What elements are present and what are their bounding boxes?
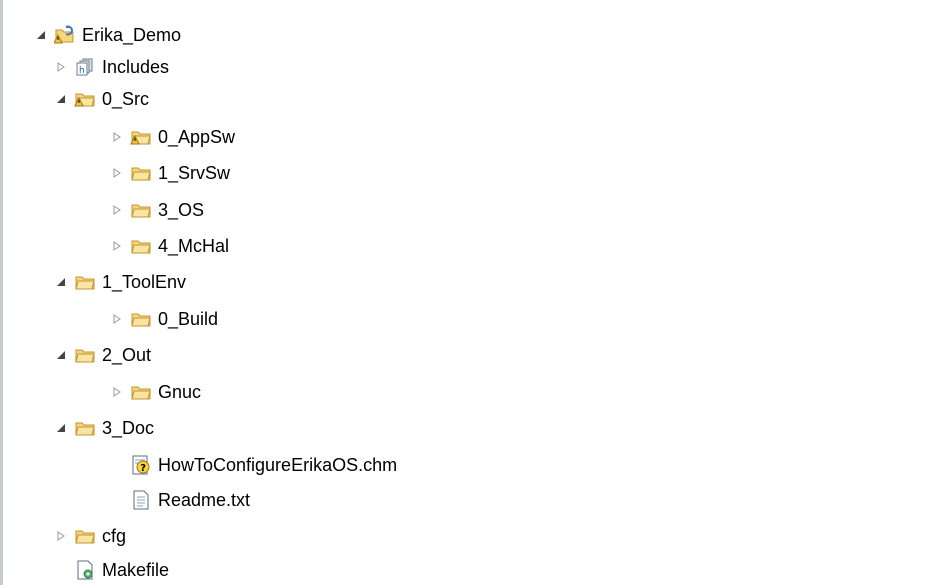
- collapsed-arrow-icon[interactable]: [110, 203, 124, 217]
- tree-item-label: cfg: [102, 526, 127, 546]
- tree-item-label: Includes: [102, 57, 170, 77]
- tree-item-2-out[interactable]: 2_Out: [54, 338, 151, 372]
- tree-item-1-srvsw[interactable]: 1_SrvSw: [110, 156, 230, 190]
- source-folder-warning-icon: [130, 126, 152, 148]
- expanded-arrow-icon[interactable]: [54, 92, 68, 106]
- tree-item-howtoconfigure-chm[interactable]: ? HowToConfigureErikaOS.chm: [130, 448, 397, 482]
- tree-item-label: 3_OS: [158, 200, 205, 220]
- help-file-icon: ?: [130, 454, 152, 476]
- collapsed-arrow-icon[interactable]: [110, 312, 124, 326]
- svg-text:?: ?: [140, 463, 146, 474]
- tree-item-label: Erika_Demo: [82, 25, 182, 45]
- folder-icon: [130, 199, 152, 221]
- collapsed-arrow-icon[interactable]: [110, 239, 124, 253]
- tree-item-includes[interactable]: h Includes: [54, 50, 169, 84]
- tree-item-label: Gnuc: [158, 382, 202, 402]
- tree-item-3-doc[interactable]: 3_Doc: [54, 411, 154, 445]
- expanded-arrow-icon[interactable]: [54, 348, 68, 362]
- tree-item-label: 0_AppSw: [158, 127, 236, 147]
- collapsed-arrow-icon[interactable]: [110, 385, 124, 399]
- expanded-arrow-icon[interactable]: [34, 28, 48, 42]
- includes-icon: h: [74, 56, 96, 78]
- text-file-icon: [130, 489, 152, 511]
- tree-item-label: Makefile: [102, 560, 170, 580]
- view-left-border: [0, 0, 3, 585]
- tree-item-0-appsw[interactable]: 0_AppSw: [110, 120, 235, 154]
- makefile-icon: [74, 559, 96, 581]
- folder-icon: [74, 525, 96, 547]
- tree-item-label: HowToConfigureErikaOS.chm: [158, 455, 398, 475]
- tree-item-label: Readme.txt: [158, 490, 251, 510]
- source-folder-warning-icon: [74, 88, 96, 110]
- folder-icon: [74, 417, 96, 439]
- tree-item-3-os[interactable]: 3_OS: [110, 193, 204, 227]
- folder-icon: [74, 271, 96, 293]
- folder-icon: [130, 381, 152, 403]
- tree-item-1-toolenv[interactable]: 1_ToolEnv: [54, 265, 186, 299]
- tree-item-label: 3_Doc: [102, 418, 155, 438]
- c-project-warning-icon: [54, 24, 76, 46]
- tree-item-0-build[interactable]: 0_Build: [110, 302, 218, 336]
- tree-item-gnuc[interactable]: Gnuc: [110, 375, 201, 409]
- svg-text:h: h: [79, 66, 85, 76]
- collapsed-arrow-icon[interactable]: [110, 166, 124, 180]
- tree-item-erika-demo[interactable]: Erika_Demo: [34, 18, 181, 52]
- tree-item-label: 2_Out: [102, 345, 152, 365]
- folder-icon: [74, 344, 96, 366]
- tree-item-label: 1_SrvSw: [158, 163, 231, 183]
- collapsed-arrow-icon[interactable]: [54, 60, 68, 74]
- tree-item-label: 4_McHal: [158, 236, 230, 256]
- collapsed-arrow-icon[interactable]: [110, 130, 124, 144]
- tree-item-readme-txt[interactable]: Readme.txt: [130, 483, 250, 517]
- expanded-arrow-icon[interactable]: [54, 421, 68, 435]
- tree-item-cfg[interactable]: cfg: [54, 519, 126, 553]
- folder-icon: [130, 235, 152, 257]
- collapsed-arrow-icon[interactable]: [54, 529, 68, 543]
- tree-item-label: 0_Src: [102, 89, 150, 109]
- tree-item-4-mchal[interactable]: 4_McHal: [110, 229, 229, 263]
- tree-item-makefile[interactable]: Makefile: [74, 553, 169, 587]
- expanded-arrow-icon[interactable]: [54, 275, 68, 289]
- tree-item-0-src[interactable]: 0_Src: [54, 82, 149, 116]
- folder-icon: [130, 308, 152, 330]
- tree-item-label: 0_Build: [158, 309, 219, 329]
- tree-item-label: 1_ToolEnv: [102, 272, 187, 292]
- folder-icon: [130, 162, 152, 184]
